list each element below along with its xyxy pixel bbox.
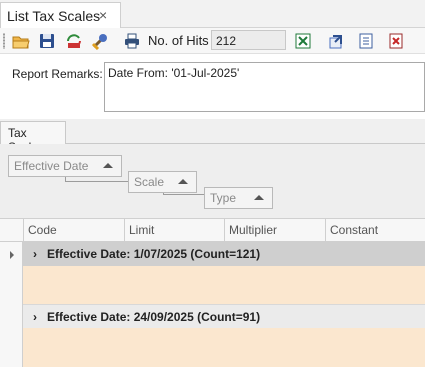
refresh-icon[interactable] <box>64 31 84 51</box>
group-row-label: Effective Date: 24/09/2025 (Count=91) <box>47 310 261 324</box>
group-connector <box>163 194 204 195</box>
close-icon[interactable]: × <box>99 8 107 22</box>
report-remarks-label: Report Remarks: <box>12 67 103 81</box>
group-row-effective-date-2[interactable]: › Effective Date: 24/09/2025 (Count=91) <box>23 304 425 328</box>
expand-chevron-icon[interactable]: › <box>33 310 37 324</box>
open-folder-icon[interactable] <box>11 31 31 51</box>
column-header-limit[interactable]: Limit <box>124 219 224 242</box>
export-excel-icon[interactable] <box>293 31 313 51</box>
group-chip-label: Scale <box>134 175 165 189</box>
open-in-window-icon[interactable] <box>325 31 345 51</box>
group-content-area <box>23 328 425 367</box>
group-by-panel: Effective Date Scale Type <box>0 144 425 219</box>
print-icon[interactable] <box>122 31 142 51</box>
row-indicator-column <box>0 242 23 367</box>
group-row-effective-date-1[interactable]: › Effective Date: 1/07/2025 (Count=121) <box>23 242 425 266</box>
group-chip-effective-date[interactable]: Effective Date <box>8 155 122 177</box>
export-pdf-icon[interactable] <box>386 31 406 51</box>
tab-list-tax-scales[interactable]: List Tax Scales × <box>0 2 121 29</box>
sort-ascending-icon <box>103 163 113 168</box>
report-remarks-field[interactable]: Date From: '01-Jul-2025' <box>104 62 425 112</box>
tab-title: List Tax Scales <box>7 8 101 24</box>
hits-count-field: 212 <box>211 30 286 50</box>
toolbar: No. of Hits 212 <box>0 28 425 54</box>
expand-chevron-icon[interactable]: › <box>33 247 37 261</box>
wrench-icon[interactable] <box>90 31 110 51</box>
group-connector <box>65 181 128 182</box>
column-header-code[interactable]: Code <box>23 219 124 242</box>
toolbar-grip[interactable] <box>3 33 5 49</box>
group-chip-label: Effective Date <box>14 159 89 173</box>
group-content-area <box>23 266 425 304</box>
group-row-label: Effective Date: 1/07/2025 (Count=121) <box>47 247 261 261</box>
column-header-constant[interactable]: Constant <box>325 219 425 242</box>
sort-ascending-icon <box>254 195 264 200</box>
grid-column-header: Code Limit Multiplier Constant <box>0 219 425 242</box>
group-chip-scale[interactable]: Scale <box>128 171 197 193</box>
group-chip-label: Type <box>210 191 237 205</box>
current-row-icon <box>10 251 14 259</box>
sort-ascending-icon <box>178 179 188 184</box>
hits-label: No. of Hits <box>148 33 209 48</box>
save-icon[interactable] <box>37 31 57 51</box>
document-icon[interactable] <box>356 31 376 51</box>
tab-tax-scales[interactable]: Tax Scales <box>0 121 66 154</box>
group-chip-type[interactable]: Type <box>204 187 273 209</box>
column-header-multiplier[interactable]: Multiplier <box>224 219 325 242</box>
